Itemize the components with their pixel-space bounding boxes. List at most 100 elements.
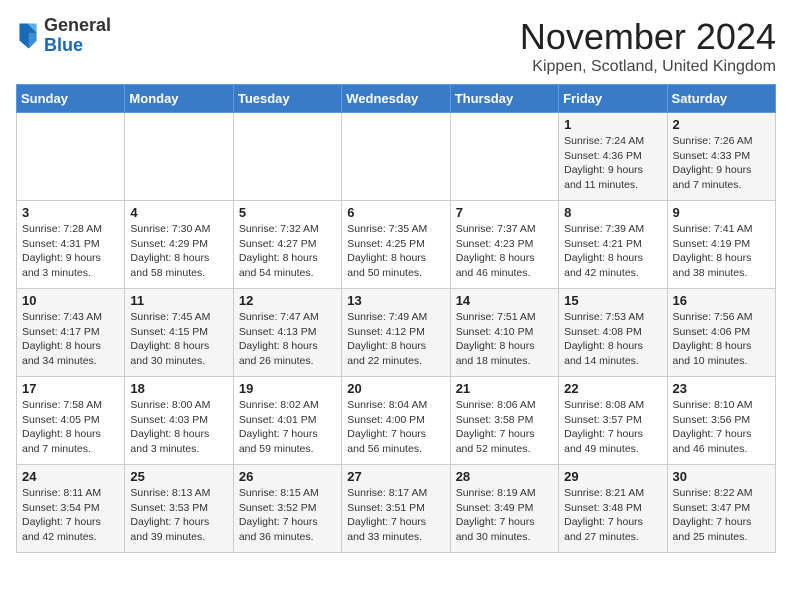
day-number: 13 [347, 293, 444, 308]
day-info: Sunrise: 8:02 AM Sunset: 4:01 PM Dayligh… [239, 398, 336, 457]
calendar-week-row: 24Sunrise: 8:11 AM Sunset: 3:54 PM Dayli… [17, 465, 776, 553]
day-number: 10 [22, 293, 119, 308]
day-info: Sunrise: 7:51 AM Sunset: 4:10 PM Dayligh… [456, 310, 553, 369]
day-number: 24 [22, 469, 119, 484]
day-number: 29 [564, 469, 661, 484]
calendar-cell: 14 Sunrise: 7:51 AM Sunset: 4:10 PM Dayli… [450, 289, 558, 377]
day-number: 25 [130, 469, 227, 484]
day-number: 14 [456, 293, 553, 308]
day-number: 11 [130, 293, 227, 308]
day-number: 19 [239, 381, 336, 396]
day-number: 4 [130, 205, 227, 220]
day-of-week-header: Thursday [450, 85, 558, 113]
day-info: Sunrise: 7:53 AM Sunset: 4:08 PM Dayligh… [564, 310, 661, 369]
month-title: November 2024 [520, 16, 776, 58]
calendar-cell: 28 Sunrise: 8:19 AM Sunset: 3:49 PM Dayli… [450, 465, 558, 553]
calendar-cell: 22 Sunrise: 8:08 AM Sunset: 3:57 PM Dayli… [559, 377, 667, 465]
day-info: Sunrise: 8:10 AM Sunset: 3:56 PM Dayligh… [673, 398, 770, 457]
day-info: Sunrise: 8:04 AM Sunset: 4:00 PM Dayligh… [347, 398, 444, 457]
calendar-cell: 17 Sunrise: 7:58 AM Sunset: 4:05 PM Dayli… [17, 377, 125, 465]
day-number: 1 [564, 117, 661, 132]
calendar-cell [342, 113, 450, 201]
day-info: Sunrise: 7:30 AM Sunset: 4:29 PM Dayligh… [130, 222, 227, 281]
day-info: Sunrise: 8:19 AM Sunset: 3:49 PM Dayligh… [456, 486, 553, 545]
day-info: Sunrise: 7:35 AM Sunset: 4:25 PM Dayligh… [347, 222, 444, 281]
day-info: Sunrise: 7:41 AM Sunset: 4:19 PM Dayligh… [673, 222, 770, 281]
day-number: 23 [673, 381, 770, 396]
calendar-cell: 15 Sunrise: 7:53 AM Sunset: 4:08 PM Dayli… [559, 289, 667, 377]
day-number: 21 [456, 381, 553, 396]
calendar-cell: 16Sunrise: 7:56 AM Sunset: 4:06 PM Dayli… [667, 289, 775, 377]
calendar-cell: 3 Sunrise: 7:28 AM Sunset: 4:31 PM Daylig… [17, 201, 125, 289]
day-number: 8 [564, 205, 661, 220]
calendar-cell: 13 Sunrise: 7:49 AM Sunset: 4:12 PM Dayli… [342, 289, 450, 377]
calendar-cell: 20 Sunrise: 8:04 AM Sunset: 4:00 PM Dayli… [342, 377, 450, 465]
day-info: Sunrise: 7:32 AM Sunset: 4:27 PM Dayligh… [239, 222, 336, 281]
day-number: 18 [130, 381, 227, 396]
day-info: Sunrise: 7:37 AM Sunset: 4:23 PM Dayligh… [456, 222, 553, 281]
location: Kippen, Scotland, United Kingdom [520, 58, 776, 76]
calendar-week-row: 10 Sunrise: 7:43 AM Sunset: 4:17 PM Dayli… [17, 289, 776, 377]
day-number: 22 [564, 381, 661, 396]
calendar-cell: 27 Sunrise: 8:17 AM Sunset: 3:51 PM Dayli… [342, 465, 450, 553]
calendar-cell: 12 Sunrise: 7:47 AM Sunset: 4:13 PM Dayli… [233, 289, 341, 377]
calendar-cell: 18 Sunrise: 8:00 AM Sunset: 4:03 PM Dayli… [125, 377, 233, 465]
calendar-cell: 2Sunrise: 7:26 AM Sunset: 4:33 PM Daylig… [667, 113, 775, 201]
calendar-week-row: 1Sunrise: 7:24 AM Sunset: 4:36 PM Daylig… [17, 113, 776, 201]
day-info: Sunrise: 7:26 AM Sunset: 4:33 PM Dayligh… [673, 134, 770, 193]
calendar-table: SundayMondayTuesdayWednesdayThursdayFrid… [16, 84, 776, 553]
calendar-cell [17, 113, 125, 201]
day-number: 9 [673, 205, 770, 220]
day-number: 28 [456, 469, 553, 484]
calendar-header-row: SundayMondayTuesdayWednesdayThursdayFrid… [17, 85, 776, 113]
day-info: Sunrise: 8:13 AM Sunset: 3:53 PM Dayligh… [130, 486, 227, 545]
calendar-cell: 1Sunrise: 7:24 AM Sunset: 4:36 PM Daylig… [559, 113, 667, 201]
calendar-cell [233, 113, 341, 201]
day-info: Sunrise: 7:47 AM Sunset: 4:13 PM Dayligh… [239, 310, 336, 369]
day-info: Sunrise: 8:06 AM Sunset: 3:58 PM Dayligh… [456, 398, 553, 457]
calendar-week-row: 3 Sunrise: 7:28 AM Sunset: 4:31 PM Daylig… [17, 201, 776, 289]
calendar-cell: 7 Sunrise: 7:37 AM Sunset: 4:23 PM Daylig… [450, 201, 558, 289]
day-info: Sunrise: 8:21 AM Sunset: 3:48 PM Dayligh… [564, 486, 661, 545]
calendar-cell [125, 113, 233, 201]
day-number: 17 [22, 381, 119, 396]
calendar-cell: 23 Sunrise: 8:10 AM Sunset: 3:56 PM Dayli… [667, 377, 775, 465]
day-of-week-header: Saturday [667, 85, 775, 113]
day-number: 15 [564, 293, 661, 308]
day-info: Sunrise: 8:17 AM Sunset: 3:51 PM Dayligh… [347, 486, 444, 545]
calendar-week-row: 17 Sunrise: 7:58 AM Sunset: 4:05 PM Dayli… [17, 377, 776, 465]
day-info: Sunrise: 8:08 AM Sunset: 3:57 PM Dayligh… [564, 398, 661, 457]
day-info: Sunrise: 7:28 AM Sunset: 4:31 PM Dayligh… [22, 222, 119, 281]
day-info: Sunrise: 8:15 AM Sunset: 3:52 PM Dayligh… [239, 486, 336, 545]
day-number: 7 [456, 205, 553, 220]
calendar-cell: 19 Sunrise: 8:02 AM Sunset: 4:01 PM Dayli… [233, 377, 341, 465]
day-number: 30 [673, 469, 770, 484]
day-number: 26 [239, 469, 336, 484]
day-number: 20 [347, 381, 444, 396]
day-info: Sunrise: 7:49 AM Sunset: 4:12 PM Dayligh… [347, 310, 444, 369]
calendar-cell: 5Sunrise: 7:32 AM Sunset: 4:27 PM Daylig… [233, 201, 341, 289]
day-info: Sunrise: 7:45 AM Sunset: 4:15 PM Dayligh… [130, 310, 227, 369]
day-number: 6 [347, 205, 444, 220]
calendar-cell: 24Sunrise: 8:11 AM Sunset: 3:54 PM Dayli… [17, 465, 125, 553]
day-of-week-header: Sunday [17, 85, 125, 113]
day-number: 12 [239, 293, 336, 308]
day-info: Sunrise: 7:56 AM Sunset: 4:06 PM Dayligh… [673, 310, 770, 369]
logo-text: General Blue [44, 16, 111, 56]
day-info: Sunrise: 8:00 AM Sunset: 4:03 PM Dayligh… [130, 398, 227, 457]
title-section: November 2024 Kippen, Scotland, United K… [520, 16, 776, 76]
calendar-cell: 26 Sunrise: 8:15 AM Sunset: 3:52 PM Dayli… [233, 465, 341, 553]
calendar-cell: 21 Sunrise: 8:06 AM Sunset: 3:58 PM Dayli… [450, 377, 558, 465]
calendar-cell: 25 Sunrise: 8:13 AM Sunset: 3:53 PM Dayli… [125, 465, 233, 553]
day-info: Sunrise: 7:39 AM Sunset: 4:21 PM Dayligh… [564, 222, 661, 281]
day-of-week-header: Wednesday [342, 85, 450, 113]
day-number: 3 [22, 205, 119, 220]
day-number: 27 [347, 469, 444, 484]
day-info: Sunrise: 7:58 AM Sunset: 4:05 PM Dayligh… [22, 398, 119, 457]
calendar-cell: 6 Sunrise: 7:35 AM Sunset: 4:25 PM Daylig… [342, 201, 450, 289]
day-of-week-header: Tuesday [233, 85, 341, 113]
day-info: Sunrise: 7:43 AM Sunset: 4:17 PM Dayligh… [22, 310, 119, 369]
calendar-cell: 8 Sunrise: 7:39 AM Sunset: 4:21 PM Daylig… [559, 201, 667, 289]
day-of-week-header: Friday [559, 85, 667, 113]
calendar-cell [450, 113, 558, 201]
